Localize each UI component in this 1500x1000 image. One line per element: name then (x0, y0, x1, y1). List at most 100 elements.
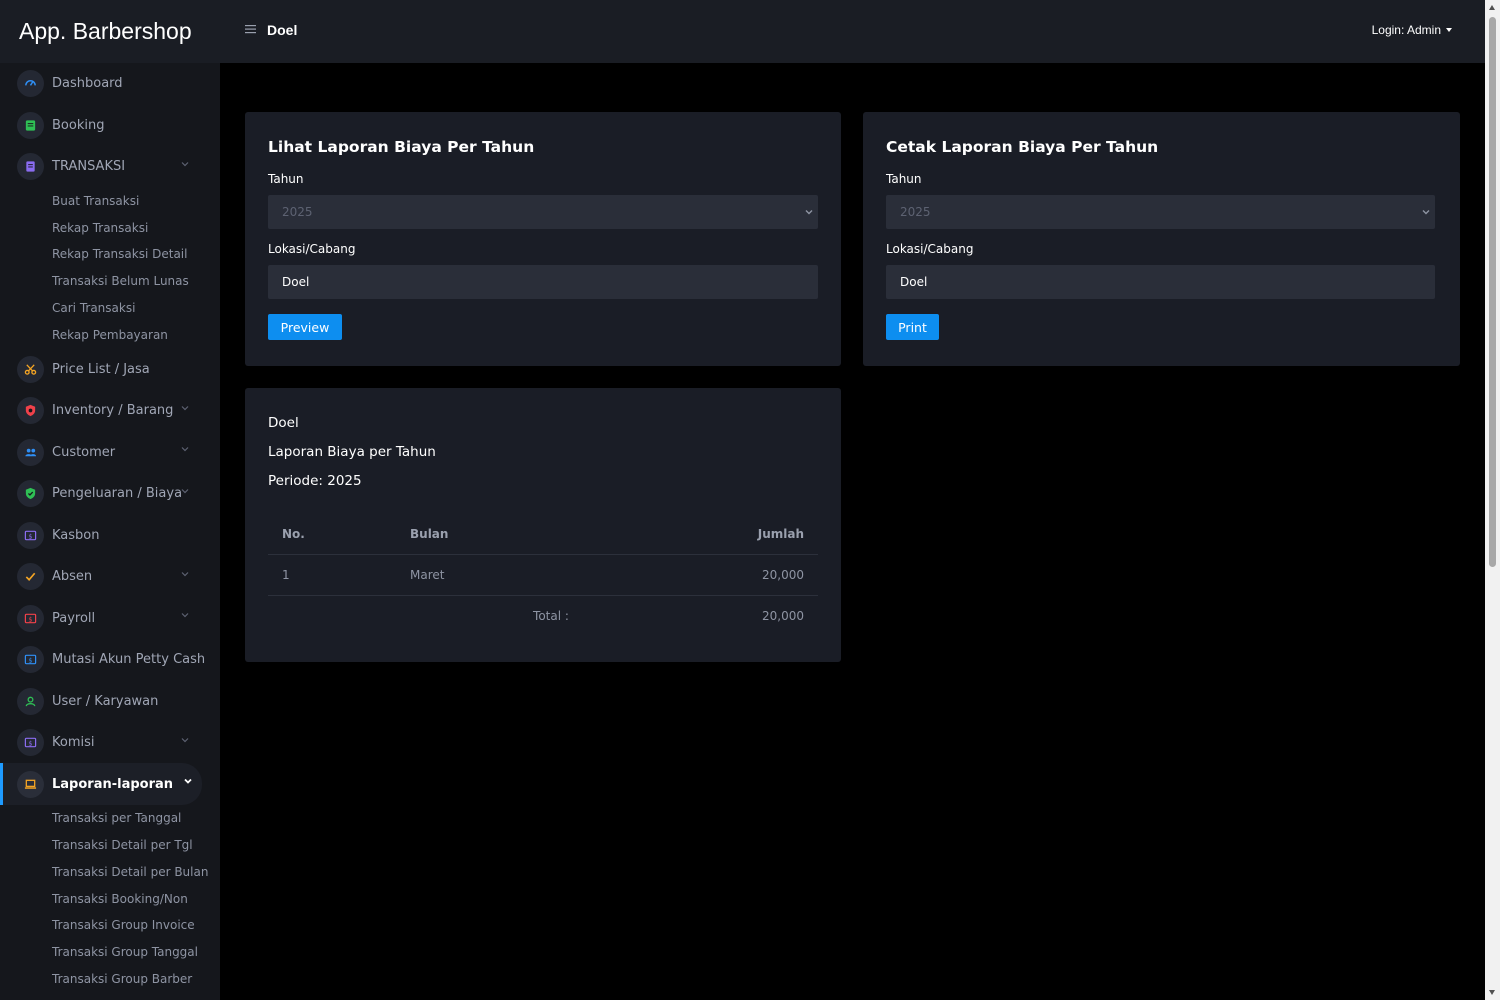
total-value: 20,000 (568, 594, 818, 636)
submenu: Buat Transaksi Rekap Transaksi Rekap Trans… (0, 188, 220, 349)
app-brand[interactable]: App. Barbershop (0, 0, 220, 63)
chevron-down-icon (805, 210, 813, 215)
scroll-up-arrow-icon[interactable] (1489, 5, 1495, 10)
lihat-lokasi-field[interactable]: Doel (268, 265, 818, 299)
sidebar-item-komisi[interactable]: $ Komisi (0, 722, 220, 764)
sidebar-item-label: Payroll (52, 610, 96, 626)
hamburger-icon[interactable] (245, 23, 257, 35)
chevron-down-icon (181, 737, 189, 743)
table-header-row: No. Bulan Jumlah (268, 514, 818, 554)
submenu-item[interactable]: Transaksi Group Barber (52, 966, 220, 993)
sidebar-item-label: Price List / Jasa (52, 361, 150, 377)
submenu-item[interactable]: Transaksi Belum Lunas (52, 268, 220, 295)
submenu-item[interactable]: Transaksi Group Invoice (52, 912, 220, 939)
chevron-down-icon (181, 162, 189, 167)
report-title: Laporan Biaya per Tahun (268, 444, 436, 460)
note-icon (17, 111, 44, 139)
submenu-item[interactable]: Transaksi Detail per... (52, 992, 220, 1000)
preview-button[interactable]: Preview (268, 314, 342, 340)
sidebar-item-booking[interactable]: Booking (0, 105, 220, 147)
topbar: Doel Login: Admin (220, 0, 1485, 63)
money-icon: $ (17, 521, 44, 549)
sidebar-item-label: Komisi (52, 735, 95, 751)
submenu-item[interactable]: Rekap Transaksi Detail (52, 241, 220, 268)
sidebar-item-label: Laporan-laporan (52, 776, 174, 792)
login-dropdown[interactable]: Login: Admin (1372, 23, 1452, 37)
chevron-down-icon (181, 405, 189, 411)
laptop-icon (17, 770, 44, 798)
check-icon (17, 563, 44, 591)
scroll-down-arrow-icon[interactable] (1489, 990, 1495, 995)
sidebar-item-laporan-laporan[interactable]: Laporan-laporan (0, 763, 202, 805)
sidebar-item-pengeluaran-biaya[interactable]: Pengeluaran / Biaya (0, 473, 220, 515)
submenu-item[interactable]: Rekap Pembayaran (52, 321, 220, 348)
sidebar-item-label: Kasbon (52, 527, 100, 543)
report-location: Doel (268, 415, 299, 431)
lihat-tahun-select[interactable]: 2025 (268, 195, 818, 229)
total-spacer (268, 594, 410, 636)
submenu-item[interactable]: Transaksi per Tanggal (52, 805, 220, 832)
sidebar-item-mutasi-akun-petty-cash[interactable]: $ Mutasi Akun Petty Cash (0, 639, 220, 681)
header-bulan: Bulan (410, 526, 449, 541)
receipt-icon (17, 153, 44, 181)
chevron-down-icon (181, 447, 189, 452)
lihat-lokasi-value: Doel (282, 275, 310, 289)
user-icon (17, 687, 44, 715)
table-row: 1 Maret 20,000 (268, 553, 818, 595)
sidebar-item-label: Customer (52, 444, 116, 460)
submenu-item[interactable]: Transaksi Booking/Non (52, 885, 220, 912)
submenu-item[interactable]: Transaksi Detail per Tgl (52, 832, 220, 859)
money-icon: $ (17, 604, 44, 632)
cetak-lokasi-field[interactable]: Doel (886, 265, 1435, 299)
sidebar-item-user-karyawan[interactable]: User / Karyawan (0, 680, 220, 722)
sidebar-item-customer[interactable]: Customer (0, 431, 220, 473)
scrollbar-thumb[interactable] (1489, 17, 1496, 567)
chevron-down-icon (184, 779, 192, 785)
sidebar-item-label: TRANSAKSI (52, 159, 126, 175)
speedometer-icon (17, 70, 44, 98)
sidebar-item-dashboard[interactable]: Dashboard (0, 63, 220, 105)
shield-icon (17, 397, 44, 425)
row-bulan: Maret (410, 553, 569, 595)
submenu-item[interactable]: Buat Transaksi (52, 188, 220, 215)
chevron-down-icon (181, 571, 189, 577)
print-button[interactable]: Print (886, 314, 939, 340)
report-table: No. Bulan Jumlah 1 Maret 20,000 Total : … (268, 514, 818, 636)
money-icon: $ (17, 729, 44, 757)
sidebar-item-price-list-jasa[interactable]: Price List / Jasa (0, 348, 220, 390)
users-icon (17, 438, 44, 466)
submenu-item[interactable]: Transaksi Detail per Bulan (52, 858, 220, 885)
report-card: Doel Laporan Biaya per Tahun Periode: 20… (245, 388, 841, 662)
cetak-lokasi-label: Lokasi/Cabang (886, 242, 974, 256)
lihat-tahun-value: 2025 (282, 205, 313, 219)
svg-text:$: $ (28, 615, 32, 623)
sidebar-item-kasbon[interactable]: $ Kasbon (0, 514, 220, 556)
sidebar-item-label: Dashboard (52, 76, 123, 92)
svg-text:$: $ (28, 656, 32, 664)
sidebar-item-inventory-barang[interactable]: Inventory / Barang (0, 390, 220, 432)
sidebar-item-payroll[interactable]: $ Payroll (0, 597, 220, 639)
caret-down-icon (1446, 28, 1452, 32)
sidebar-item-absen[interactable]: Absen (0, 556, 220, 598)
submenu-item[interactable]: Rekap Transaksi (52, 214, 220, 241)
submenu-item[interactable]: Transaksi Group Tanggal (52, 939, 220, 966)
sidebar-item-label: Booking (52, 117, 105, 133)
table-total-row: Total : 20,000 (268, 594, 818, 636)
submenu-item[interactable]: Cari Transaksi (52, 295, 220, 322)
lihat-tahun-label: Tahun (268, 172, 304, 186)
sidebar: App. Barbershop Dashboard Booking TRANSAKS… (0, 0, 220, 1000)
page-title: Doel (267, 22, 298, 38)
chevron-down-icon (1422, 210, 1430, 215)
submenu: Transaksi per Tanggal Transaksi Detail pe… (0, 805, 220, 1000)
sidebar-item-label: Pengeluaran / Biaya (52, 486, 183, 502)
cetak-card-title: Cetak Laporan Biaya Per Tahun (886, 138, 1159, 156)
sidebar-item-label: Absen (52, 569, 93, 585)
sidebar-item-label: Inventory / Barang (52, 403, 174, 419)
sidebar-item-transaksi[interactable]: TRANSAKSI (0, 146, 220, 188)
page-scrollbar[interactable] (1485, 0, 1500, 1000)
cetak-tahun-select[interactable]: 2025 (886, 195, 1435, 229)
cetak-tahun-value: 2025 (900, 205, 931, 219)
total-label: Total : (410, 594, 569, 636)
svg-text:$: $ (28, 532, 32, 540)
sidebar-item-label: Mutasi Akun Petty Cash (52, 652, 206, 668)
